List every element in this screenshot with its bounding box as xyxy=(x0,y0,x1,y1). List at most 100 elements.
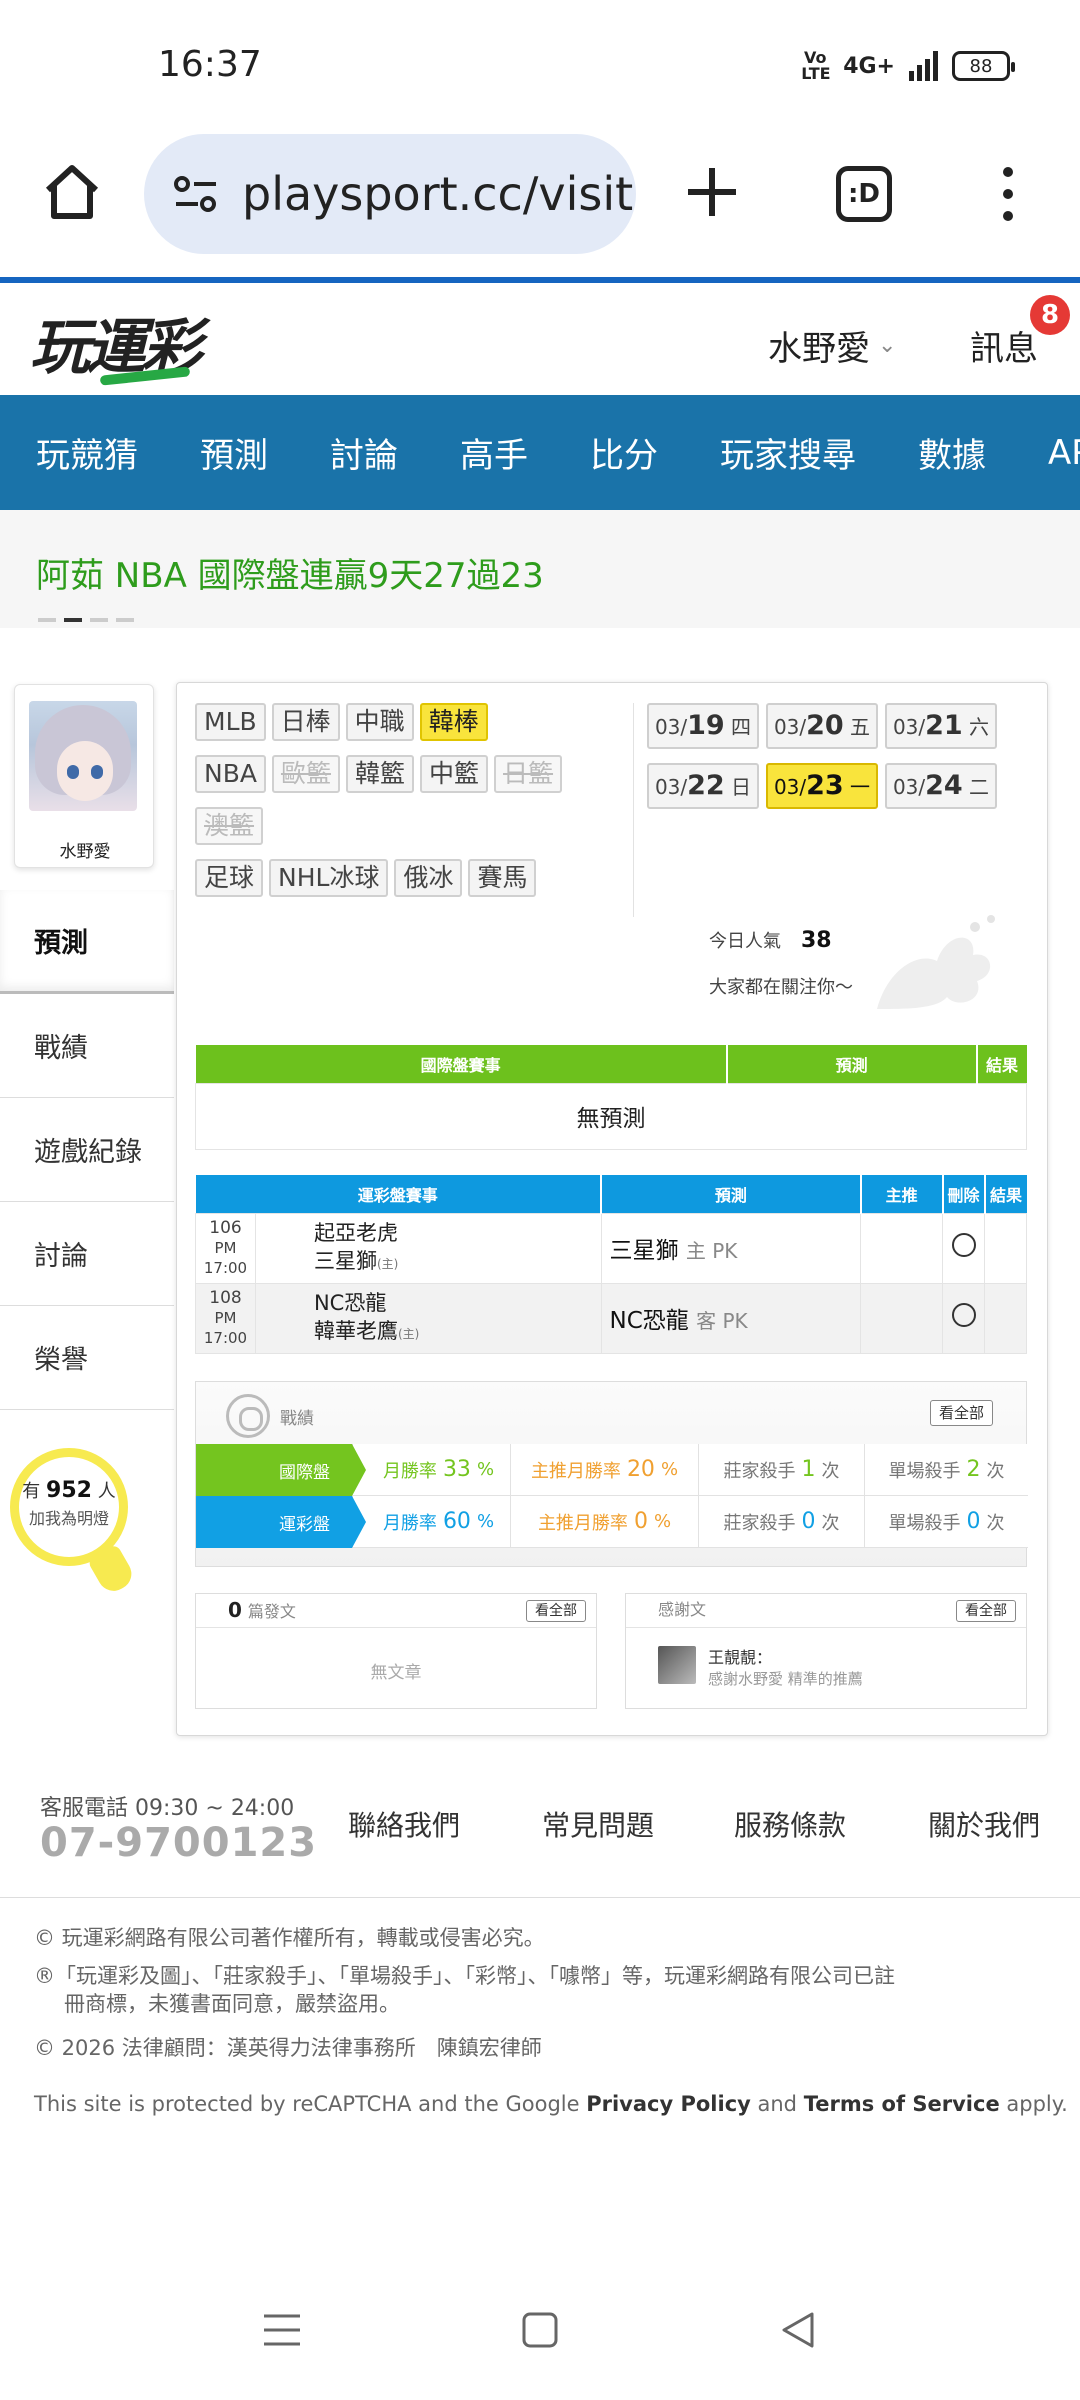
legal-counsel: © 2026 法律顧問：漢英得力法律事務所 陳鎮宏律師 xyxy=(34,2036,542,2060)
single-killer: 單場殺手 2 次 xyxy=(864,1444,1028,1495)
league-nhl[interactable]: NHL冰球 xyxy=(269,859,389,897)
nav-item-data[interactable]: 數據 xyxy=(882,428,1012,477)
battery-icon: 88 xyxy=(952,51,1015,81)
site-logo[interactable]: 玩運彩 xyxy=(30,299,202,386)
record-summary: 戰績 看全部 國際盤 月勝率 33% 主推月勝率 20% 莊家殺手 1 次 單場殺手 2 次… xyxy=(195,1381,1028,1567)
privacy-policy-link[interactable]: Privacy Policy xyxy=(586,2092,751,2116)
date-0323[interactable]: 03/23 一 xyxy=(766,763,878,809)
main-nav: 玩競猜 預測 討論 高手 比分 玩家搜尋 數據 APP xyxy=(0,395,1080,510)
league-nbl: 澳籃 xyxy=(195,807,264,845)
record-view-all-button[interactable]: 看全部 xyxy=(930,1400,994,1426)
thanks-avatar[interactable] xyxy=(658,1646,696,1684)
footer-contact: 客服電話 09:30 ~ 24:00 07-9700123 聯絡我們 常見問題 … xyxy=(0,1764,1080,1898)
date-0322[interactable]: 03/22 日 xyxy=(647,763,759,809)
trademark-text-2: 冊商標，未獲書面同意，嚴禁盜用。 xyxy=(64,1992,400,2016)
league-nba[interactable]: NBA xyxy=(195,755,266,793)
nav-item-player-search[interactable]: 玩家搜尋 xyxy=(684,428,882,477)
date-0319[interactable]: 03/19 四 xyxy=(647,703,759,749)
status-time: 16:37 xyxy=(158,44,262,85)
home-button-icon[interactable] xyxy=(520,2310,560,2350)
more-menu-icon[interactable] xyxy=(990,164,1026,224)
record-title: 戰績 xyxy=(280,1409,314,1429)
avatar[interactable] xyxy=(29,701,137,811)
nav-item-app[interactable]: APP xyxy=(1012,433,1080,473)
delete-radio[interactable] xyxy=(942,1212,986,1284)
league-horse-racing[interactable]: 賽馬 xyxy=(468,859,537,897)
profile-side-menu: 預測 戰績 遊戲紀錄 討論 榮譽 xyxy=(0,890,174,1410)
user-name: 水野愛 xyxy=(768,329,870,369)
league-kbo[interactable]: 韓棒 xyxy=(419,703,488,741)
nav-item-scores[interactable]: 比分 xyxy=(554,428,684,477)
game-code: 108 PM 17:00 xyxy=(195,1282,256,1354)
url-bar[interactable]: playsport.cc/visit xyxy=(144,134,636,254)
terms-link[interactable]: Terms of Service xyxy=(804,2092,1000,2116)
back-icon[interactable] xyxy=(778,2310,818,2350)
monthly-win-rate: 月勝率 60% xyxy=(352,1496,510,1547)
league-kbl[interactable]: 韓籃 xyxy=(345,755,414,793)
thanks-author[interactable]: 王靚靚： xyxy=(708,1644,772,1668)
league-soccer[interactable]: 足球 xyxy=(195,859,264,897)
game-code: 106 PM 17:00 xyxy=(195,1212,256,1284)
game-pick: NC恐龍 客 PK xyxy=(600,1282,862,1354)
record-row-intl: 國際盤 月勝率 33% 主推月勝率 20% 莊家殺手 1 次 單場殺手 2 次 xyxy=(196,1444,1028,1496)
result-cell xyxy=(984,1282,1027,1354)
recent-apps-icon[interactable] xyxy=(262,2310,302,2350)
nav-item-experts[interactable]: 高手 xyxy=(424,428,554,477)
footer-link-about[interactable]: 關於我們 xyxy=(928,1804,1040,1844)
thanks-view-all-button[interactable]: 看全部 xyxy=(956,1600,1016,1622)
table-row: 106 PM 17:00 起亞老虎 三星獅(主) 三星獅 主 PK xyxy=(195,1212,1027,1284)
intl-header-game: 國際盤賽事 xyxy=(195,1045,728,1083)
league-cba[interactable]: 中籃 xyxy=(420,755,489,793)
footer-link-faq[interactable]: 常見問題 xyxy=(542,1804,654,1844)
home-icon[interactable] xyxy=(40,160,104,224)
user-menu[interactable]: 水野愛 ⌄ xyxy=(768,321,896,370)
main-monthly-win-rate: 主推月勝率 20% xyxy=(510,1444,698,1495)
record-label: 國際盤 xyxy=(196,1444,366,1496)
delete-radio[interactable] xyxy=(942,1282,986,1354)
game-teams: NC恐龍 韓華老鷹(主) xyxy=(255,1282,602,1354)
league-mlb[interactable]: MLB xyxy=(195,703,266,741)
follow-note: 大家都在關注你～ xyxy=(709,977,853,998)
nav-item-predict[interactable]: 預測 xyxy=(164,428,294,477)
side-tab-honors[interactable]: 榮譽 xyxy=(0,1306,174,1410)
lot-header-result: 結果 xyxy=(984,1175,1027,1213)
side-tab-record[interactable]: 戰績 xyxy=(0,994,174,1098)
messages-link[interactable]: 訊息 xyxy=(970,321,1038,370)
main-pick-cell xyxy=(860,1212,944,1284)
side-tab-predictions[interactable]: 預測 xyxy=(0,890,174,994)
footer-link-terms[interactable]: 服務條款 xyxy=(734,1804,846,1844)
marquee-text[interactable]: 阿茹 NBA 國際盤連贏9天27過23 xyxy=(36,548,544,597)
site-settings-icon[interactable] xyxy=(172,174,220,214)
intl-header-predict: 預測 xyxy=(726,1045,978,1083)
profile-name: 水野愛 xyxy=(59,842,111,862)
fan-bulb-button[interactable]: 有 952 人 加我為明燈 xyxy=(10,1448,138,1597)
league-cpbl[interactable]: 中職 xyxy=(345,703,414,741)
status-icons: Vo LTE 4G+ 88 xyxy=(801,50,1015,82)
nav-item-guess[interactable]: 玩競猜 xyxy=(0,428,164,477)
side-tab-game-log[interactable]: 遊戲紀錄 xyxy=(0,1098,174,1202)
lot-header-delete: 刪除 xyxy=(942,1175,986,1213)
side-tab-forum[interactable]: 討論 xyxy=(0,1202,174,1306)
nav-item-forum[interactable]: 討論 xyxy=(294,428,424,477)
single-killer: 單場殺手 0 次 xyxy=(864,1496,1028,1547)
messages-count-badge: 8 xyxy=(1030,295,1070,335)
profile-card: 水野愛 xyxy=(14,684,154,868)
league-filter: MLB 日棒 中職 韓棒 NBA 歐籃 韓籃 中籃 日籃 澳籃 足球 NHL冰球 俄冰 賽馬 xyxy=(195,703,615,911)
lottery-prediction-table: 運彩盤賽事 預測 主推 刪除 結果 106 PM 17:00 起亞老虎 三星獅(主)… xyxy=(195,1175,1027,1354)
date-0320[interactable]: 03/20 五 xyxy=(766,703,878,749)
network-type: 4G+ xyxy=(843,53,895,79)
new-tab-icon[interactable] xyxy=(680,160,744,224)
league-khl[interactable]: 俄冰 xyxy=(394,859,463,897)
tab-switcher-button[interactable]: :D xyxy=(836,166,892,222)
record-row-lottery: 運彩盤 月勝率 60% 主推月勝率 0% 莊家殺手 0 次 單場殺手 0 次 xyxy=(196,1496,1028,1548)
posts-view-all-button[interactable]: 看全部 xyxy=(526,1600,586,1622)
date-0324[interactable]: 03/24 二 xyxy=(885,763,997,809)
league-b-league: 日籃 xyxy=(494,755,563,793)
service-phone[interactable]: 07-9700123 xyxy=(40,1820,317,1866)
news-marquee: 阿茹 NBA 國際盤連贏9天27過23 xyxy=(0,510,1080,628)
league-npb[interactable]: 日棒 xyxy=(271,703,340,741)
date-0321[interactable]: 03/21 六 xyxy=(885,703,997,749)
thanks-text[interactable]: 感謝水野愛 精準的推薦 xyxy=(708,1668,863,1689)
prediction-panel: MLB 日棒 中職 韓棒 NBA 歐籃 韓籃 中籃 日籃 澳籃 足球 NHL冰球 俄冰 賽馬 03/… xyxy=(176,682,1048,1736)
footer-link-contact[interactable]: 聯絡我們 xyxy=(348,1804,460,1844)
